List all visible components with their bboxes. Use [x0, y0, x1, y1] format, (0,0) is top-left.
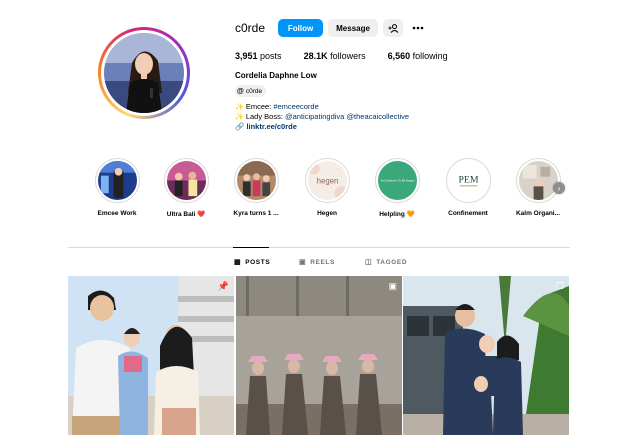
highlight-cover: hegen	[307, 161, 348, 200]
highlight-cover	[166, 161, 206, 200]
highlight-cover: You Deserve To Be Happy	[377, 161, 417, 200]
username: c0rde	[235, 21, 266, 35]
highlight-item[interactable]: PEM Confinement	[438, 158, 498, 217]
bio-line-ladyboss: ✨ Lady Boss: @anticipatingdiva @theacaic…	[235, 112, 409, 122]
threads-badge[interactable]: @ c0rde	[235, 85, 267, 97]
highlight-item[interactable]: Emcee Work	[87, 158, 147, 217]
highlight-cover	[236, 161, 276, 200]
highlight-label: Confinement	[448, 210, 488, 217]
username-row: c0rde Follow Message	[235, 19, 430, 37]
post-image	[68, 276, 234, 435]
highlight-item[interactable]: Ultra Bali ❤️	[156, 158, 216, 218]
pem-logo-text: PEM	[458, 174, 478, 185]
following-count[interactable]: 6,560 following	[388, 51, 448, 61]
post-image	[236, 276, 402, 435]
highlight-label: Kalm Organi...	[515, 210, 561, 217]
highlight-item[interactable]: Kyra turns 1 ...	[226, 158, 286, 217]
purple-emoji-icon: ✨	[235, 114, 244, 121]
highlight-label: Emcee Work	[97, 210, 137, 217]
bio-line-emcee: ✨ Emcee: #emceecorde	[235, 102, 319, 112]
mention-link[interactable]: @theacaicollective	[346, 112, 409, 121]
tab-reels[interactable]: ▣ REELS	[299, 258, 335, 267]
post-thumbnail[interactable]: ▣	[236, 276, 402, 435]
link-icon: 🔗	[235, 122, 245, 131]
external-link-text: linktr.ee/c0rde	[246, 122, 297, 131]
tag-icon: ◫	[365, 259, 373, 266]
highlight-item[interactable]: hegen Hegen	[297, 158, 357, 217]
highlight-ring: PEM	[445, 158, 491, 203]
bio-external-link[interactable]: 🔗 linktr.ee/c0rde	[235, 122, 297, 131]
followers-number: 28.1K	[303, 51, 328, 61]
posts-number: 3,951	[235, 51, 258, 61]
tab-posts[interactable]: ▦ POSTS	[234, 258, 271, 267]
chevron-right-icon: ›	[557, 183, 561, 193]
avatar-frame	[101, 30, 187, 116]
tab-tagged-label: TAGGED	[376, 258, 408, 266]
add-user-icon	[388, 23, 398, 33]
threads-icon: @	[237, 87, 244, 95]
helpling-cover-text: You Deserve To Be Happy	[380, 178, 414, 182]
hashtag-link[interactable]: #emceecorde	[273, 102, 318, 111]
active-tab-indicator	[233, 247, 269, 248]
highlight-cover: PEM	[448, 161, 488, 200]
highlight-cover	[518, 161, 558, 200]
highlight-ring: You Deserve To Be Happy	[374, 158, 420, 203]
highlight-label: Hegen	[317, 210, 337, 217]
profile-avatar[interactable]	[98, 27, 190, 119]
tab-tagged[interactable]: ◫ TAGGED	[365, 258, 408, 267]
message-button[interactable]: Message	[328, 19, 379, 37]
mention-link[interactable]: @anticipatingdiva	[285, 112, 344, 121]
more-options-button[interactable]	[411, 19, 425, 37]
highlight-ring	[163, 158, 209, 203]
posts-label: posts	[260, 51, 282, 61]
highlights-next-button[interactable]: ›	[553, 182, 565, 194]
highlight-ring	[233, 158, 279, 203]
full-name: Cordelia Daphne Low	[235, 71, 317, 80]
suggest-users-button[interactable]	[383, 19, 404, 37]
highlight-ring: hegen	[304, 158, 350, 203]
highlight-label: Ultra Bali ❤️	[166, 211, 206, 218]
posts-count: 3,951 posts	[235, 51, 282, 61]
highlight-ring	[515, 158, 561, 203]
pinned-icon: 📌	[217, 281, 229, 291]
reel-icon: ▣	[388, 281, 397, 291]
post-image	[403, 276, 569, 435]
more-icon	[412, 26, 424, 30]
highlight-label: Kyra turns 1 ...	[233, 210, 279, 217]
grid-icon: ▦	[234, 259, 242, 266]
followers-label: followers	[330, 51, 366, 61]
follow-button[interactable]: Follow	[278, 19, 324, 37]
threads-handle: c0rde	[245, 87, 263, 95]
reels-icon: ▣	[299, 259, 307, 266]
tab-reels-label: REELS	[310, 258, 335, 266]
hegen-logo-text: hegen	[316, 176, 338, 185]
post-thumbnail[interactable]: 📌	[68, 276, 234, 435]
purple-emoji-icon: ✨	[235, 104, 244, 111]
post-thumbnail[interactable]: ❐	[403, 276, 569, 435]
avatar-photo	[104, 33, 184, 113]
highlight-cover	[97, 161, 137, 200]
story-highlights: Emcee Work Ultra Bali ❤️ Kyra turns 1 ..…	[90, 158, 570, 228]
bio-emcee-text: Emcee:	[245, 102, 274, 111]
profile-stats: 3,951 posts 28.1K followers 6,560 follow…	[235, 51, 470, 61]
highlight-label: Helpling 🧡	[379, 211, 415, 218]
following-number: 6,560	[387, 51, 411, 61]
tabs-divider	[68, 247, 570, 248]
followers-count[interactable]: 28.1K followers	[304, 51, 366, 61]
tab-posts-label: POSTS	[245, 258, 271, 266]
multi-photo-icon: ❐	[555, 281, 564, 291]
highlight-ring	[94, 158, 140, 203]
bio-ladyboss-text: Lady Boss:	[245, 112, 286, 121]
following-label: following	[412, 51, 448, 61]
highlight-item[interactable]: You Deserve To Be Happy Helpling 🧡	[367, 158, 427, 218]
